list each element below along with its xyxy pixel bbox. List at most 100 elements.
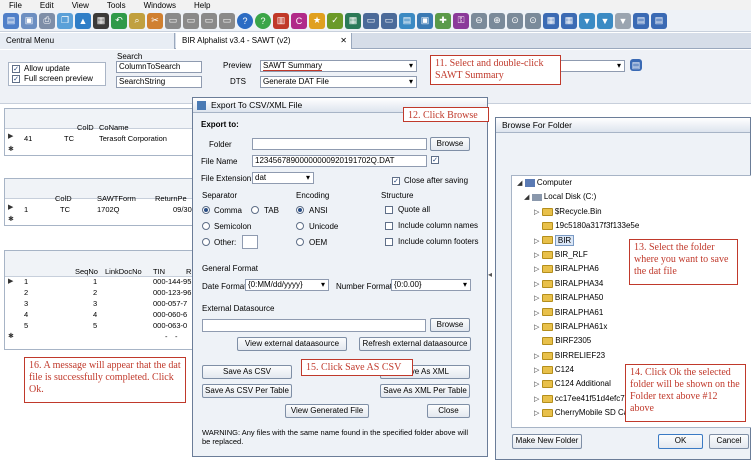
close-after-checkbox[interactable] (392, 177, 400, 185)
save-as-csv-button[interactable]: Save As CSV (202, 365, 292, 379)
company-code[interactable]: TC (64, 134, 74, 143)
allow-update-checkbox[interactable] (12, 65, 20, 73)
cm-icon[interactable]: C (291, 12, 307, 29)
number-format-select[interactable]: {0:0.00} ▾ (391, 279, 471, 291)
table-icon[interactable]: ▦ (543, 12, 559, 29)
sort-icon[interactable]: ▤ (633, 12, 649, 29)
puzzle-icon[interactable]: ✚ (435, 12, 451, 29)
filter-icon[interactable]: ▼ (579, 12, 595, 29)
sep-tab-radio[interactable] (251, 206, 259, 214)
menu-view[interactable]: View (63, 1, 98, 10)
search-string-input[interactable]: SearchString (116, 76, 202, 88)
tag-icon[interactable]: ✓ (327, 12, 343, 29)
filename-input[interactable]: 12345678900000000920191702Q.DAT (252, 155, 427, 167)
tree-folder[interactable]: ▷ BIRRELIEF23 (512, 349, 751, 363)
filter2-icon[interactable]: ▼ (597, 12, 613, 29)
company-name[interactable]: Terasoft Corporation (99, 134, 167, 143)
seq-no[interactable]: 3 (93, 299, 97, 308)
sort2-icon[interactable]: ▤ (651, 12, 667, 29)
tree-folder[interactable]: BIRF2305 (512, 334, 751, 348)
enc-oem-radio[interactable] (296, 238, 304, 246)
file4-icon[interactable]: ▭ (219, 12, 235, 29)
close-tab-icon[interactable]: ✕ (340, 33, 347, 49)
quote-all-checkbox[interactable] (385, 206, 393, 214)
folder-icon[interactable]: ▤ (399, 12, 415, 29)
seq-no[interactable]: 2 (93, 288, 97, 297)
browse-datasource-button[interactable]: Browse (430, 318, 470, 332)
grid-icon[interactable]: ▦ (345, 12, 361, 29)
view-generated-file-button[interactable]: View Generated File (285, 404, 369, 418)
tree-local-disk[interactable]: ◢ Local Disk (C:) (512, 190, 751, 204)
file-extension-select[interactable]: dat ▾ (252, 172, 314, 184)
company-id[interactable]: 41 (24, 134, 32, 143)
search-icon[interactable]: ⌕ (129, 12, 145, 29)
external-datasource-input[interactable] (202, 319, 426, 332)
ok-button[interactable]: OK (658, 434, 703, 449)
cancel-button[interactable]: Cancel (709, 434, 749, 449)
enc-unicode-radio[interactable] (296, 222, 304, 230)
table2-icon[interactable]: ▦ (561, 12, 577, 29)
menu-file[interactable]: File (0, 1, 31, 10)
include-col-footers-checkbox[interactable] (385, 238, 393, 246)
zoom-icon[interactable]: ⊙ (507, 12, 523, 29)
print-icon[interactable]: ⎙ (39, 12, 55, 29)
report-icon[interactable]: ▥ (273, 12, 289, 29)
menu-edit[interactable]: Edit (31, 1, 63, 10)
key-icon[interactable]: ⚿ (453, 12, 469, 29)
tin[interactable]: 000-057-7 (153, 299, 187, 308)
seq-no[interactable]: 5 (93, 321, 97, 330)
dts-select[interactable]: Generate DAT File ▾ (260, 76, 417, 88)
view-external-button[interactable]: View external dataasource (237, 337, 347, 351)
sep-other-radio[interactable] (202, 238, 210, 246)
form-row-form[interactable]: 1702Q (97, 205, 120, 214)
menu-tools[interactable]: Tools (98, 1, 135, 10)
refresh-external-button[interactable]: Refresh external dataasource (359, 337, 471, 351)
tab-central-menu[interactable]: Central Menu (0, 33, 175, 49)
sep-comma-radio[interactable] (202, 206, 210, 214)
enc-ansi-radio[interactable] (296, 206, 304, 214)
seq-no[interactable]: 4 (93, 310, 97, 319)
menu-windows[interactable]: Windows (135, 1, 185, 10)
disk-icon[interactable]: ▣ (417, 12, 433, 29)
upload-icon[interactable]: ▲ (75, 12, 91, 29)
tree-computer[interactable]: ◢ Computer (512, 176, 751, 190)
file3-icon[interactable]: ▭ (201, 12, 217, 29)
menu-help[interactable]: Help (185, 1, 219, 10)
copy-icon[interactable]: ❐ (57, 12, 73, 29)
sep-semicolon-radio[interactable] (202, 222, 210, 230)
browse-button[interactable]: Browse (430, 137, 470, 151)
filter3-icon[interactable]: ▼ (615, 12, 631, 29)
tree-folder[interactable]: ▷ BIRALPHA61 (512, 306, 751, 320)
filename-checkbox[interactable] (431, 156, 439, 164)
folder-input[interactable] (252, 138, 427, 150)
save-csv-per-table-button[interactable]: Save As CSV Per Table (202, 384, 292, 398)
star-icon[interactable]: ★ (309, 12, 325, 29)
tools-icon[interactable]: ✂ (147, 12, 163, 29)
form-row-period[interactable]: 09/30 (173, 205, 192, 214)
make-new-folder-button[interactable]: Make New Folder (512, 434, 582, 449)
help-icon[interactable]: ? (237, 12, 253, 29)
sep-other-input[interactable] (242, 235, 258, 249)
seq-no[interactable]: 1 (93, 277, 97, 286)
date-format-select[interactable]: {0:MM/dd/yyyy} ▾ (245, 279, 329, 291)
right-select[interactable]: ▾ (560, 60, 625, 72)
tree-folder[interactable]: ▷ BIRALPHA61x (512, 320, 751, 334)
file-icon[interactable]: ▭ (165, 12, 181, 29)
tin[interactable]: 000-123-96 (153, 288, 191, 297)
zoom-out-icon[interactable]: ⊖ (471, 12, 487, 29)
zoom2-icon[interactable]: ⊙ (525, 12, 541, 29)
save-icon[interactable]: ▣ (21, 12, 37, 29)
tin[interactable]: 000-063-0 (153, 321, 187, 330)
form-row-code[interactable]: TC (60, 205, 70, 214)
tin[interactable]: 000-060-6 (153, 310, 187, 319)
zoom-in-icon[interactable]: ⊕ (489, 12, 505, 29)
undo-icon[interactable]: ↶ (111, 12, 127, 29)
include-col-names-checkbox[interactable] (385, 222, 393, 230)
tin[interactable]: 000-144-95 (153, 277, 191, 286)
calculator-icon[interactable]: ▦ (93, 12, 109, 29)
grid-view-icon[interactable]: ▤ (630, 59, 642, 71)
window-icon[interactable]: ▭ (381, 12, 397, 29)
save-xml-per-table-button[interactable]: Save As XML Per Table (380, 384, 470, 398)
column-to-search-select[interactable]: ColumnToSearch (116, 61, 202, 73)
tree-folder[interactable]: ▷ BIRALPHA50 (512, 291, 751, 305)
